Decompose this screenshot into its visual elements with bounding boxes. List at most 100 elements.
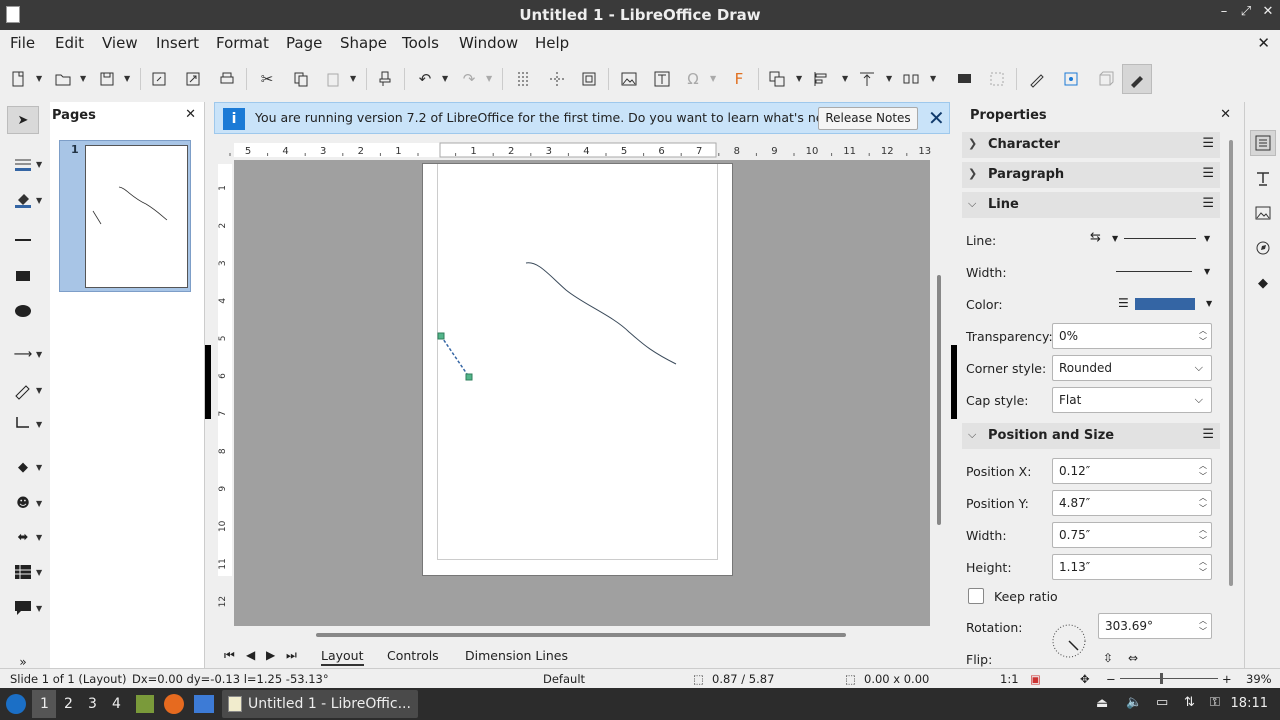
toggle-extrusion-icon[interactable] — [1094, 68, 1116, 90]
block-arrows-icon[interactable]: ⬌ — [7, 523, 39, 551]
new-dropdown-icon[interactable]: ▼ — [36, 72, 44, 86]
cut-icon[interactable]: ✂ — [256, 68, 278, 90]
basic-shapes-dropdown-icon[interactable]: ▼ — [36, 463, 42, 472]
menu-help[interactable]: Help — [535, 34, 569, 52]
sidebar-collapse-handle[interactable] — [205, 345, 211, 419]
styles-deck-icon[interactable] — [1250, 166, 1276, 192]
distribute-dropdown-icon[interactable]: ▼ — [930, 72, 938, 86]
keep-ratio-checkbox[interactable] — [968, 588, 984, 604]
workspace-2[interactable]: 2 — [64, 696, 73, 712]
insert-textbox-icon[interactable] — [651, 68, 673, 90]
rectangle-tool-icon[interactable] — [7, 262, 39, 290]
new-icon[interactable] — [8, 68, 30, 90]
section-paragraph[interactable]: ❯ Paragraph ☰ — [962, 162, 1220, 188]
zoom-level[interactable]: 39% — [1246, 672, 1272, 686]
close-document-icon[interactable]: ✕ — [1257, 34, 1270, 52]
menu-tools[interactable]: Tools — [402, 34, 439, 52]
callout-icon[interactable] — [7, 594, 39, 622]
menu-window[interactable]: Window — [459, 34, 518, 52]
symbol-shapes-dropdown-icon[interactable]: ▼ — [36, 499, 42, 508]
section-menu-icon[interactable]: ☰ — [1202, 166, 1214, 181]
close-properties-icon[interactable]: ✕ — [1220, 107, 1231, 122]
first-tab-icon[interactable]: ⏮ — [224, 648, 235, 663]
draw-functions-icon[interactable] — [1122, 64, 1152, 94]
transformations-dropdown-icon[interactable]: ▼ — [796, 72, 804, 86]
callout-dropdown-icon[interactable]: ▼ — [36, 604, 42, 613]
freeform-curve[interactable] — [525, 262, 677, 365]
flip-vertical-icon[interactable]: ⇳ — [1103, 651, 1113, 665]
block-arrows-dropdown-icon[interactable]: ▼ — [36, 533, 42, 542]
workspace-4[interactable]: 4 — [112, 696, 121, 712]
insert-image-icon[interactable] — [618, 68, 640, 90]
line-color-icon[interactable] — [7, 150, 39, 178]
minimize-icon[interactable]: – — [1214, 4, 1234, 24]
firefox-icon[interactable] — [164, 694, 184, 714]
workspace-3[interactable]: 3 — [88, 696, 97, 712]
gallery-deck-icon[interactable] — [1250, 200, 1276, 226]
menu-format[interactable]: Format — [216, 34, 269, 52]
navigator-deck-icon[interactable] — [1250, 235, 1276, 261]
open-icon[interactable] — [52, 68, 74, 90]
section-menu-icon[interactable]: ☰ — [1202, 427, 1214, 442]
connector-tool-icon[interactable] — [7, 410, 39, 438]
paste-icon[interactable] — [322, 68, 344, 90]
horizontal-scrollbar[interactable] — [216, 630, 932, 640]
flowchart-dropdown-icon[interactable]: ▼ — [36, 568, 42, 577]
align-icon[interactable] — [810, 68, 832, 90]
menu-file[interactable]: File — [10, 34, 35, 52]
section-position-size[interactable]: ⌵ Position and Size ☰ — [962, 423, 1220, 449]
tray-lock-icon[interactable]: ⚿ — [1210, 695, 1220, 710]
menu-shape[interactable]: Shape — [340, 34, 387, 52]
tray-network-icon[interactable]: ⇅ — [1184, 695, 1195, 710]
helplines-icon[interactable] — [546, 68, 568, 90]
menu-insert[interactable]: Insert — [156, 34, 199, 52]
copy-icon[interactable] — [290, 68, 312, 90]
rotation-field[interactable]: 303.69° ︿ ﹀ — [1098, 613, 1212, 639]
taskbar-window-draw[interactable]: Untitled 1 - LibreOffic... — [222, 690, 418, 718]
section-menu-icon[interactable]: ☰ — [1202, 136, 1214, 151]
position-y-field[interactable]: 4.87″ ︿ ﹀ — [1052, 490, 1212, 516]
paste-dropdown-icon[interactable]: ▼ — [350, 72, 358, 86]
distribute-icon[interactable] — [900, 68, 922, 90]
zoom-out-icon[interactable]: − — [1106, 672, 1116, 686]
open-dropdown-icon[interactable]: ▼ — [80, 72, 88, 86]
special-character-dropdown-icon[interactable]: ▼ — [710, 72, 718, 86]
shapes-deck-icon[interactable]: ◆ — [1250, 270, 1276, 296]
transparency-field[interactable]: 0% ︿ ﹀ — [1052, 323, 1212, 349]
line-style-select[interactable]: ⇆ ▼ ▼ — [1090, 230, 1214, 250]
undo-dropdown-icon[interactable]: ▼ — [442, 72, 450, 86]
drawing-canvas[interactable] — [234, 160, 930, 626]
curve-tool-icon[interactable] — [7, 376, 39, 404]
zoom-in-icon[interactable]: + — [1222, 672, 1232, 686]
cap-style-select[interactable]: Flat ⌵ — [1052, 387, 1212, 413]
fontwork-icon[interactable]: F — [728, 68, 750, 90]
transformations-icon[interactable] — [766, 68, 788, 90]
section-character[interactable]: ❯ Character ☰ — [962, 132, 1220, 158]
line-tool-icon[interactable] — [7, 226, 39, 254]
export-pdf-icon[interactable] — [182, 68, 204, 90]
line-color-select[interactable]: ☰ ▼ — [1118, 296, 1218, 313]
drawing-page[interactable] — [422, 163, 733, 576]
page-thumbnail[interactable]: 1 — [59, 140, 191, 292]
horizontal-scroll-thumb[interactable] — [316, 633, 846, 637]
close-icon[interactable]: ✕ — [1258, 4, 1278, 24]
menu-page[interactable]: Page — [286, 34, 322, 52]
tab-controls[interactable]: Controls — [387, 648, 439, 663]
tab-dimension-lines[interactable]: Dimension Lines — [465, 648, 568, 663]
shadow-icon[interactable] — [954, 68, 976, 90]
horizontal-ruler[interactable]: 5 4 3 2 1 1 2 3 4 5 6 7 8 9 10 11 12 13 — [216, 141, 932, 159]
size-height-field[interactable]: 1.13″ ︿ ﹀ — [1052, 554, 1212, 580]
undo-icon[interactable]: ↶ — [414, 68, 436, 90]
line-color-dropdown-icon[interactable]: ▼ — [36, 160, 42, 169]
curve-dropdown-icon[interactable]: ▼ — [36, 386, 42, 395]
fit-page-icon[interactable]: ✥ — [1080, 672, 1090, 686]
zoom-page-icon[interactable] — [578, 68, 600, 90]
properties-deck-icon[interactable] — [1250, 130, 1276, 156]
flowchart-icon[interactable] — [7, 558, 39, 586]
tray-display-icon[interactable]: ▭ — [1156, 695, 1168, 710]
vertical-scrollbar[interactable] — [934, 160, 944, 626]
export-icon[interactable] — [148, 68, 170, 90]
redo-dropdown-icon[interactable]: ▼ — [486, 72, 494, 86]
next-tab-icon[interactable]: ▶ — [266, 648, 275, 662]
line-width-select[interactable]: ▼ — [1116, 265, 1216, 281]
